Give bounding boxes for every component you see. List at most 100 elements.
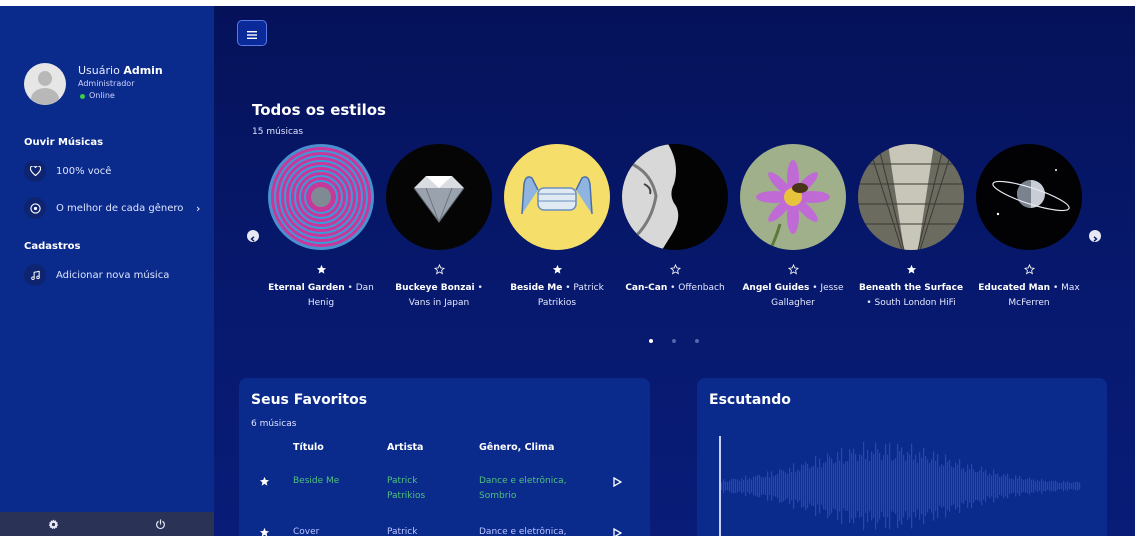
favorite-star-outline-icon[interactable] — [738, 264, 848, 278]
column-header-artista[interactable]: Artista — [387, 442, 423, 453]
waveform-bar — [963, 468, 965, 504]
sidebar: Usuário Admin Administrador Online Ouvir… — [0, 6, 214, 536]
sidebar-item-100-voce[interactable]: 100% você — [24, 160, 214, 182]
waveform-bar — [971, 463, 973, 509]
waveform-bar — [727, 481, 729, 491]
song-caption: Educated Man • Max McFerren — [978, 283, 1080, 308]
waveform-bar — [977, 471, 979, 501]
waveform-bar — [1037, 479, 1039, 493]
favorite-star-icon[interactable] — [266, 264, 376, 278]
waveform-bar — [983, 472, 985, 500]
waveform-bar — [1031, 479, 1033, 493]
waveform-bar — [735, 479, 737, 493]
waveform-bar — [767, 471, 769, 501]
waveform-bar — [737, 479, 739, 493]
waveform-bar — [1015, 475, 1017, 497]
waveform-bar — [789, 467, 791, 505]
favorite-star-icon[interactable] — [856, 264, 966, 278]
waveform-bar — [725, 481, 727, 491]
menu-toggle-button[interactable] — [237, 20, 267, 46]
waveform-bar — [1009, 478, 1011, 494]
play-icon[interactable] — [613, 476, 623, 493]
song-card[interactable]: Buckeye Bonzai • Vans in Japan — [384, 144, 494, 311]
chevron-right-icon[interactable]: › — [196, 202, 200, 215]
waveform-bar — [907, 452, 909, 520]
waveform-bar — [833, 463, 835, 509]
sidebar-footer — [0, 512, 214, 536]
waveform-bar — [891, 460, 893, 512]
waveform-bar — [1011, 478, 1013, 494]
carousel-dot[interactable] — [695, 339, 699, 343]
waveform-bar — [1013, 479, 1015, 493]
column-header-genero[interactable]: Gênero, Clima — [479, 442, 554, 453]
status-badge: Online — [78, 90, 163, 102]
waveform-bar — [1023, 480, 1025, 492]
favorite-star-icon[interactable] — [259, 476, 270, 493]
waveform-bar — [1033, 479, 1035, 493]
waveform-bar — [1025, 479, 1027, 493]
waveform-bar — [885, 443, 887, 529]
favorite-star-outline-icon[interactable] — [384, 264, 494, 278]
audio-waveform[interactable] — [719, 436, 1089, 536]
carousel-dot[interactable] — [649, 339, 653, 343]
waveform-bar — [779, 469, 781, 503]
waveform-bar — [747, 479, 749, 493]
song-card[interactable]: Eternal Garden • Dan Henig — [266, 144, 376, 311]
waveform-bar — [743, 479, 745, 493]
waveform-bar — [733, 478, 735, 494]
waveform-bar — [989, 473, 991, 499]
carousel-prev-button[interactable] — [247, 230, 259, 242]
waveform-bar — [981, 466, 983, 506]
favorite-star-outline-icon[interactable] — [620, 264, 730, 278]
waveform-bar — [865, 458, 867, 514]
waveform-bar — [863, 441, 865, 531]
favorite-star-icon[interactable] — [502, 264, 612, 278]
waveform-bar — [1063, 480, 1065, 492]
waveform-bar — [787, 473, 789, 499]
waveform-bar — [731, 478, 733, 494]
waveform-bar — [1049, 481, 1051, 491]
favorite-star-icon[interactable] — [259, 527, 270, 536]
waveform-bar — [1075, 482, 1077, 490]
play-icon[interactable] — [613, 527, 623, 536]
waveform-bar — [883, 455, 885, 517]
sidebar-item-melhor-genero[interactable]: O melhor de cada gênero › — [24, 197, 214, 219]
waveform-bar — [745, 475, 747, 497]
column-header-titulo[interactable]: Título — [293, 442, 324, 453]
waveform-bar — [781, 469, 783, 503]
song-card[interactable]: Angel Guides • Jesse Gallagher — [738, 144, 848, 311]
favorites-count: 6 músicas — [251, 419, 297, 429]
status-dot-icon — [80, 93, 85, 99]
sidebar-item-adicionar-musica[interactable]: Adicionar nova música — [24, 264, 214, 286]
song-card[interactable]: Educated Man • Max McFerren — [974, 144, 1084, 311]
song-card[interactable]: Beside Me • Patrick Patrikios — [502, 144, 612, 311]
carousel-next-button[interactable] — [1089, 230, 1101, 242]
settings-button[interactable] — [0, 512, 107, 536]
carousel-dot[interactable] — [672, 339, 676, 343]
waveform-bar — [1079, 482, 1081, 490]
song-card[interactable]: Can-Can • Offenbach — [620, 144, 730, 296]
waveform-bar — [1019, 476, 1021, 496]
waveform-bar — [911, 443, 913, 529]
waveform-bar — [741, 478, 743, 494]
waveform-bar — [799, 471, 801, 501]
waveform-bar — [765, 476, 767, 496]
waveform-bar — [829, 456, 831, 516]
waveform-bar — [755, 476, 757, 496]
waveform-bar — [749, 477, 751, 495]
favorite-star-outline-icon[interactable] — [974, 264, 1084, 278]
waveform-bar — [919, 452, 921, 520]
user-role: Administrador — [78, 79, 135, 88]
waveform-bar — [973, 469, 975, 503]
waveform-bar — [1043, 480, 1045, 492]
waveform-bar — [931, 459, 933, 513]
waveform-bar — [879, 452, 881, 520]
waveform-bar — [1039, 481, 1041, 491]
waveform-bar — [803, 465, 805, 507]
waveform-bar — [1027, 478, 1029, 494]
logout-button[interactable] — [107, 512, 214, 536]
app: Usuário Admin Administrador Online Ouvir… — [0, 6, 1135, 536]
song-card[interactable]: Beneath the Surface • South London HiFi — [856, 144, 966, 311]
waveform-bar — [1065, 482, 1067, 490]
waveform-bar — [897, 443, 899, 529]
